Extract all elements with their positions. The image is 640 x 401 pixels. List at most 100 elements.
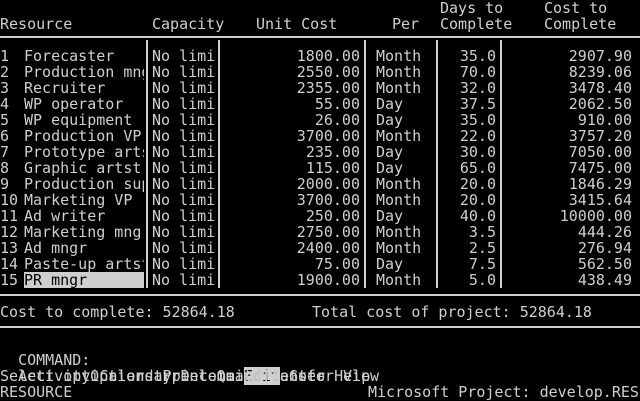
unit-cost-cell[interactable]: 2355.00 [222, 80, 360, 96]
capacity-cell[interactable]: No limit [152, 160, 216, 176]
cost-to-complete-cell[interactable]: 444.26 [504, 224, 632, 240]
table-row[interactable]: 7 Prototype artst No limit 235.00 Day30.0 705… [0, 144, 640, 160]
table-row[interactable]: 4 WP operator No limit 55.00 Day37.5 2062.50 [0, 96, 640, 112]
capacity-cell[interactable]: No limit [152, 80, 216, 96]
capacity-cell[interactable]: No limit [152, 64, 216, 80]
capacity-cell[interactable]: No limit [152, 112, 216, 128]
unit-cost-cell[interactable]: 2750.00 [222, 224, 360, 240]
cost-to-complete-cell[interactable]: 1846.29 [504, 176, 632, 192]
capacity-cell[interactable]: No limit [152, 224, 216, 240]
per-cell[interactable]: Month [376, 80, 436, 96]
per-cell[interactable]: Day [376, 144, 436, 160]
table-row[interactable]: 13 Ad mngr No limit 2400.00 Month2.5 276.94 [0, 240, 640, 256]
resource-name-cell[interactable]: Paste-up artst [24, 256, 144, 272]
resource-name-cell[interactable]: Ad writer [24, 208, 144, 224]
table-row[interactable]: 14 Paste-up artst No limit 75.00 Day7.5 562.5… [0, 256, 640, 272]
capacity-cell[interactable]: No limit [152, 192, 216, 208]
days-to-complete-cell[interactable]: 35.0 [440, 112, 496, 128]
per-cell[interactable]: Month [376, 192, 436, 208]
unit-cost-cell[interactable]: 2550.00 [222, 64, 360, 80]
cost-to-complete-cell[interactable]: 10000.00 [504, 208, 632, 224]
days-to-complete-cell[interactable]: 40.0 [440, 208, 496, 224]
unit-cost-cell[interactable]: 26.00 [222, 112, 360, 128]
capacity-cell[interactable]: No limit [152, 256, 216, 272]
unit-cost-cell[interactable]: 250.00 [222, 208, 360, 224]
cost-to-complete-cell[interactable]: 3757.20 [504, 128, 632, 144]
table-row[interactable]: 2 Production mngr No limit 2550.00 Month70.0… [0, 64, 640, 80]
unit-cost-cell[interactable]: 3700.00 [222, 192, 360, 208]
cost-to-complete-cell[interactable]: 438.49 [504, 272, 632, 288]
capacity-cell[interactable]: No limit [152, 48, 216, 64]
days-to-complete-cell[interactable]: 5.0 [440, 272, 496, 288]
unit-cost-cell[interactable]: 2000.00 [222, 176, 360, 192]
table-row[interactable]: 8 Graphic artst No limit 115.00 Day65.0 7475.… [0, 160, 640, 176]
per-cell[interactable]: Day [376, 96, 436, 112]
capacity-cell[interactable]: No limit [152, 272, 216, 288]
per-cell[interactable]: Month [376, 64, 436, 80]
resource-name-cell[interactable]: Graphic artst [24, 160, 144, 176]
cost-to-complete-cell[interactable]: 7050.00 [504, 144, 632, 160]
days-to-complete-cell[interactable]: 3.5 [440, 224, 496, 240]
unit-cost-cell[interactable]: 55.00 [222, 96, 360, 112]
days-to-complete-cell[interactable]: 65.0 [440, 160, 496, 176]
table-row[interactable]: 3 Recruiter No limit 2355.00 Month32.0 3478.4… [0, 80, 640, 96]
cost-to-complete-cell[interactable]: 910.00 [504, 112, 632, 128]
days-to-complete-cell[interactable]: 32.0 [440, 80, 496, 96]
capacity-cell[interactable]: No limit [152, 96, 216, 112]
resource-name-cell[interactable]: WP equipment [24, 112, 144, 128]
resource-name-cell[interactable]: Forecaster [24, 48, 144, 64]
days-to-complete-cell[interactable]: 37.5 [440, 96, 496, 112]
unit-cost-cell[interactable]: 75.00 [222, 256, 360, 272]
per-cell[interactable]: Day [376, 160, 436, 176]
resource-name-cell[interactable]: Marketing VP [24, 192, 144, 208]
resource-name-cell[interactable]: Production sup [24, 176, 144, 192]
cost-to-complete-cell[interactable]: 2062.50 [504, 96, 632, 112]
table-row[interactable]: 12 Marketing mngr No limit 2750.00 Month3.5 4… [0, 224, 640, 240]
per-cell[interactable]: Month [376, 128, 436, 144]
cost-to-complete-cell[interactable]: 7475.00 [504, 160, 632, 176]
per-cell[interactable]: Month [376, 272, 436, 288]
resource-name-cell[interactable]: PR mngr [24, 272, 144, 288]
resource-name-cell[interactable]: Recruiter [24, 80, 144, 96]
days-to-complete-cell[interactable]: 7.5 [440, 256, 496, 272]
per-cell[interactable]: Month [376, 48, 436, 64]
unit-cost-cell[interactable]: 3700.00 [222, 128, 360, 144]
days-to-complete-cell[interactable]: 20.0 [440, 176, 496, 192]
per-cell[interactable]: Day [376, 208, 436, 224]
resource-name-cell[interactable]: Production mngr [24, 64, 144, 80]
table-row[interactable]: 9 Production sup No limit 2000.00 Month20.0 1… [0, 176, 640, 192]
capacity-cell[interactable]: No limit [152, 208, 216, 224]
table-row[interactable]: 6 Production VP No limit 3700.00 Month22.0 37… [0, 128, 640, 144]
table-row[interactable]: 11 Ad writer No limit 250.00 Day40.0 10000.00 [0, 208, 640, 224]
cost-to-complete-cell[interactable]: 8239.06 [504, 64, 632, 80]
table-row[interactable]: 1 Forecaster No limit 1800.00 Month35.0 2907.… [0, 48, 640, 64]
days-to-complete-cell[interactable]: 2.5 [440, 240, 496, 256]
unit-cost-cell[interactable]: 1900.00 [222, 272, 360, 288]
cost-to-complete-cell[interactable]: 562.50 [504, 256, 632, 272]
resource-name-cell[interactable]: Ad mngr [24, 240, 144, 256]
per-cell[interactable]: Month [376, 224, 436, 240]
capacity-cell[interactable]: No limit [152, 176, 216, 192]
unit-cost-cell[interactable]: 235.00 [222, 144, 360, 160]
days-to-complete-cell[interactable]: 22.0 [440, 128, 496, 144]
per-cell[interactable]: Month [376, 176, 436, 192]
capacity-cell[interactable]: No limit [152, 144, 216, 160]
per-cell[interactable]: Month [376, 240, 436, 256]
days-to-complete-cell[interactable]: 35.0 [440, 48, 496, 64]
table-row[interactable]: 10 Marketing VP No limit 3700.00 Month20.0 34… [0, 192, 640, 208]
cost-to-complete-cell[interactable]: 3478.40 [504, 80, 632, 96]
table-row[interactable]: 15 PR mngr No limit 1900.00 Month5.0 438.49 [0, 272, 640, 288]
cost-to-complete-cell[interactable]: 2907.90 [504, 48, 632, 64]
capacity-cell[interactable]: No limit [152, 240, 216, 256]
capacity-cell[interactable]: No limit [152, 128, 216, 144]
resource-name-cell[interactable]: Production VP [24, 128, 144, 144]
resource-name-cell[interactable]: WP operator [24, 96, 144, 112]
table-row[interactable]: 5 WP equipment No limit 26.00 Day35.0 910.00 [0, 112, 640, 128]
per-cell[interactable]: Day [376, 256, 436, 272]
unit-cost-cell[interactable]: 1800.00 [222, 48, 360, 64]
cost-to-complete-cell[interactable]: 276.94 [504, 240, 632, 256]
resource-name-cell[interactable]: Prototype artst [24, 144, 144, 160]
days-to-complete-cell[interactable]: 20.0 [440, 192, 496, 208]
days-to-complete-cell[interactable]: 70.0 [440, 64, 496, 80]
per-cell[interactable]: Day [376, 112, 436, 128]
